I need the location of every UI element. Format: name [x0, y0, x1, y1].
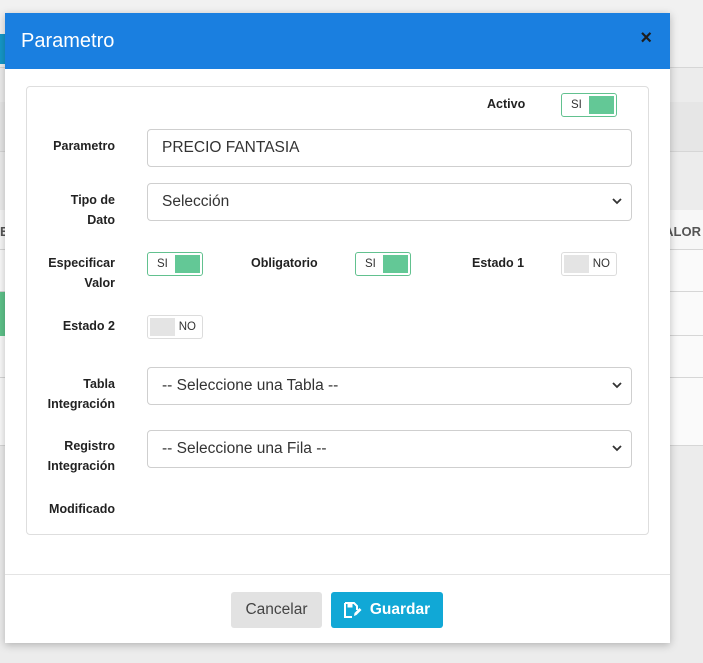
save-edit-icon	[343, 602, 362, 618]
tabla-integracion-select[interactable]: -- Seleccione una Tabla --	[147, 367, 632, 405]
chevron-down-icon	[612, 445, 622, 452]
estado1-label: Estado 1	[472, 256, 525, 270]
parametro-label: Parametro	[53, 139, 115, 153]
activo-label: Activo	[487, 97, 526, 111]
estado2-label: Estado 2	[62, 319, 115, 333]
tipo-dato-label: Tipo de Dato	[70, 193, 115, 227]
obligatorio-toggle-text: SI	[365, 258, 376, 270]
toggle-knob	[383, 255, 408, 273]
toggle-knob	[564, 255, 589, 273]
save-button-label: Guardar	[369, 601, 431, 618]
tabla-integracion-select-value: -- Seleccione una Tabla --	[162, 377, 339, 394]
obligatorio-toggle[interactable]: SI	[355, 252, 411, 276]
registro-integracion-label: Registro Integración	[47, 439, 115, 473]
registro-integracion-select-value: -- Seleccione una Fila --	[162, 440, 327, 457]
estado2-toggle[interactable]: NO	[147, 315, 203, 339]
modal-footer: Cancelar Guardar	[5, 574, 670, 643]
toggle-knob	[175, 255, 200, 273]
parametro-input-value: PRECIO FANTASIA	[162, 139, 300, 156]
especificar-valor-label: Especificar Valor	[48, 256, 115, 290]
modificado-label: Modificado	[49, 502, 115, 516]
parametro-input[interactable]: PRECIO FANTASIA	[147, 129, 632, 167]
tabla-integracion-label: Tabla Integración	[47, 377, 115, 411]
especificar-valor-toggle[interactable]: SI	[147, 252, 203, 276]
especificar-valor-toggle-text: SI	[157, 258, 168, 270]
form-panel: Activo SI Parametro PRECIO FANTASIA Tipo…	[26, 86, 649, 535]
toggle-knob	[150, 318, 175, 336]
estado2-toggle-text: NO	[178, 321, 196, 333]
tipo-dato-select-value: Selección	[162, 193, 230, 210]
modal-header: Parametro ×	[5, 13, 670, 69]
chevron-down-icon	[612, 382, 622, 389]
registro-integracion-select[interactable]: -- Seleccione una Fila --	[147, 430, 632, 468]
estado1-toggle[interactable]: NO	[561, 252, 617, 276]
close-icon[interactable]: ×	[640, 28, 652, 48]
parametro-modal: Parametro × Activo SI Parametro PRECIO F…	[5, 13, 670, 643]
estado1-toggle-text: NO	[592, 258, 610, 270]
activo-toggle-text: SI	[571, 99, 582, 111]
toggle-knob	[589, 96, 614, 114]
obligatorio-label: Obligatorio	[251, 256, 318, 270]
cancel-button[interactable]: Cancelar	[231, 592, 322, 628]
modal-title: Parametro	[21, 29, 115, 52]
activo-toggle[interactable]: SI	[561, 93, 617, 117]
chevron-down-icon	[612, 198, 622, 205]
cancel-button-label: Cancelar	[245, 601, 308, 618]
save-button[interactable]: Guardar	[331, 592, 443, 628]
tipo-dato-select[interactable]: Selección	[147, 183, 632, 221]
